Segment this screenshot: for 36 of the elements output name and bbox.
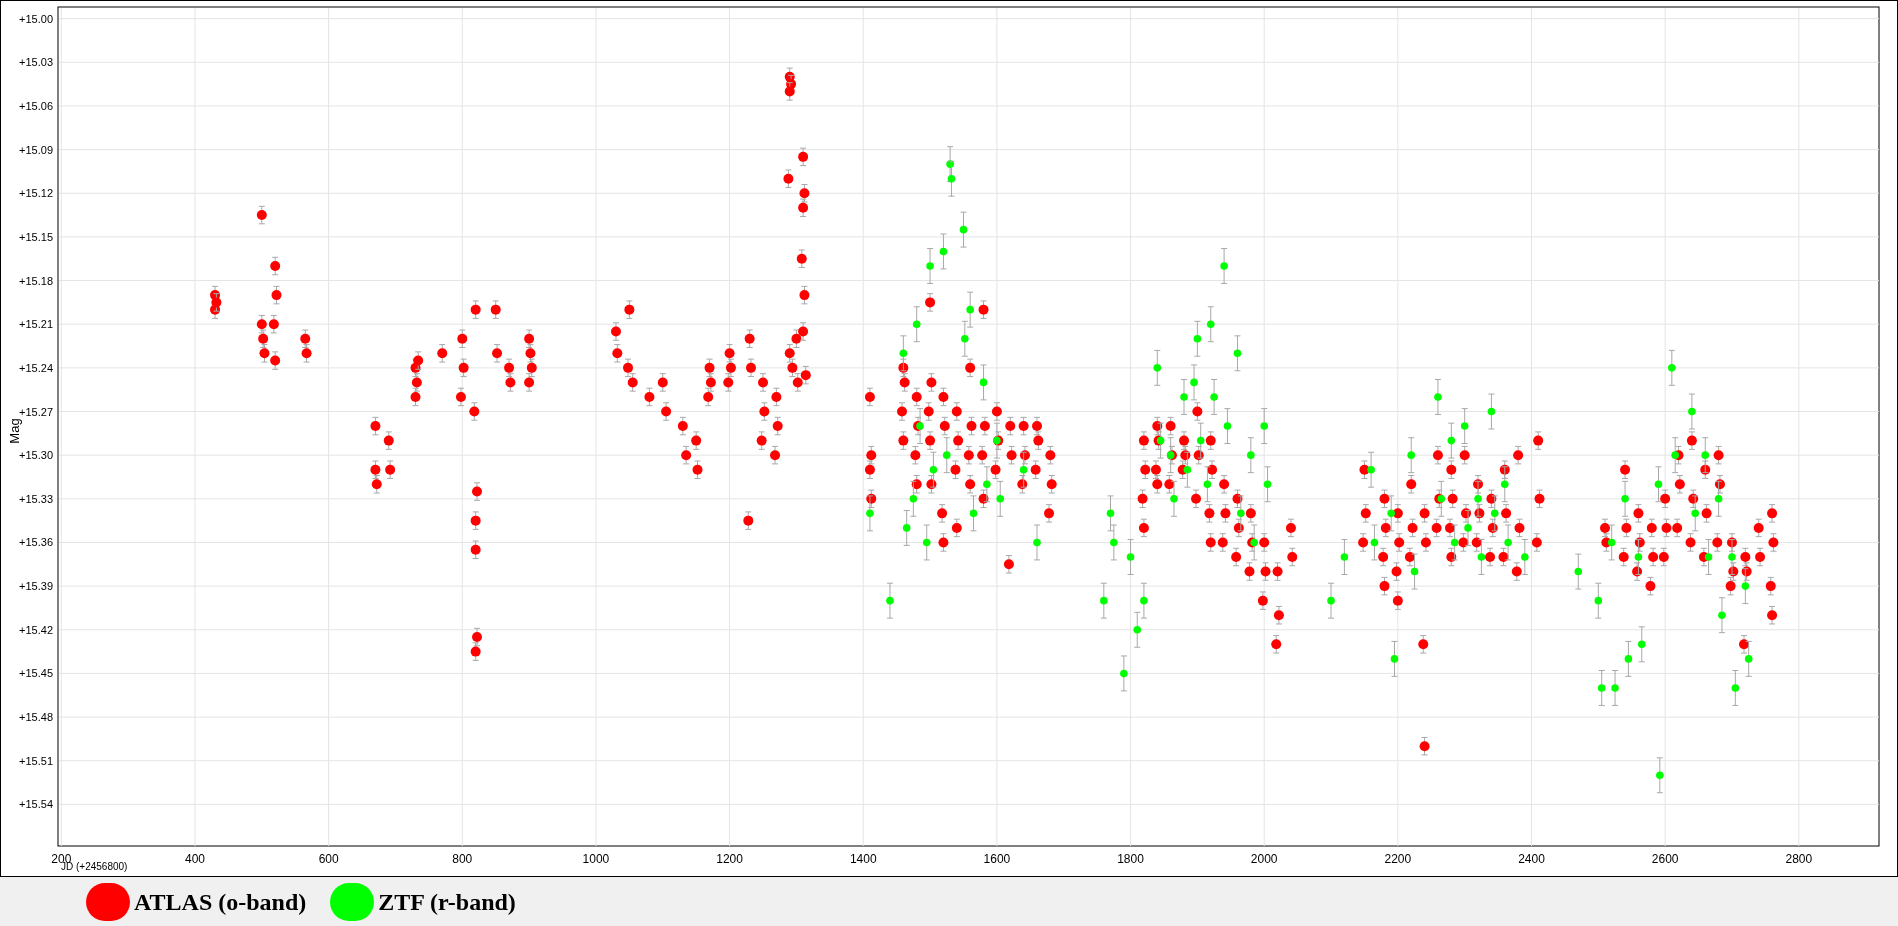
y-tick-label: +15.45 — [19, 667, 53, 680]
y-tick-label: +15.00 — [19, 12, 53, 25]
y-tick-label: +15.15 — [19, 230, 53, 243]
y-tick-label: +15.51 — [19, 754, 53, 767]
y-tick-label: +15.30 — [19, 449, 53, 462]
x-tick-label: 1000 — [582, 852, 610, 866]
x-tick-label: 2400 — [1518, 852, 1545, 866]
y-tick-label: +15.12 — [19, 187, 53, 200]
y-axis-label: Mag — [7, 418, 22, 444]
x-tick-label: 800 — [452, 852, 473, 866]
legend-label: ATLAS (o-band) — [134, 887, 307, 917]
x-tick-label: 600 — [318, 852, 339, 866]
y-tick-label: +15.27 — [19, 405, 53, 418]
x-tick-label: 400 — [185, 852, 205, 866]
y-tick-label: +15.21 — [19, 318, 53, 331]
y-tick-label: +15.42 — [19, 623, 53, 636]
y-tick-label: +15.09 — [19, 143, 53, 156]
y-tick-label: +15.18 — [19, 274, 53, 287]
y-tick-label: +15.06 — [19, 99, 53, 112]
x-tick-label: 2800 — [1785, 852, 1813, 866]
y-tick-label: +15.54 — [19, 798, 53, 811]
legend-label: ZTF (r-band) — [378, 887, 516, 917]
y-tick-label: +15.36 — [19, 536, 53, 549]
x-axis-label: JD (+2456800) — [61, 861, 128, 872]
y-tick-label: +15.33 — [19, 492, 53, 505]
x-tick-label: 2000 — [1250, 852, 1278, 866]
y-tick-label: +15.03 — [19, 56, 53, 69]
y-tick-label: +15.48 — [19, 711, 53, 724]
y-tick-label: +15.39 — [19, 580, 53, 593]
x-tick-label: 1800 — [1117, 852, 1144, 866]
x-tick-label: 2200 — [1384, 852, 1412, 866]
y-tick-label: +15.24 — [19, 361, 53, 374]
x-tick-label: 1400 — [849, 852, 877, 866]
x-tick-label: 2600 — [1651, 852, 1679, 866]
x-tick-label: 1200 — [716, 852, 743, 866]
x-tick-label: 1600 — [983, 852, 1011, 866]
